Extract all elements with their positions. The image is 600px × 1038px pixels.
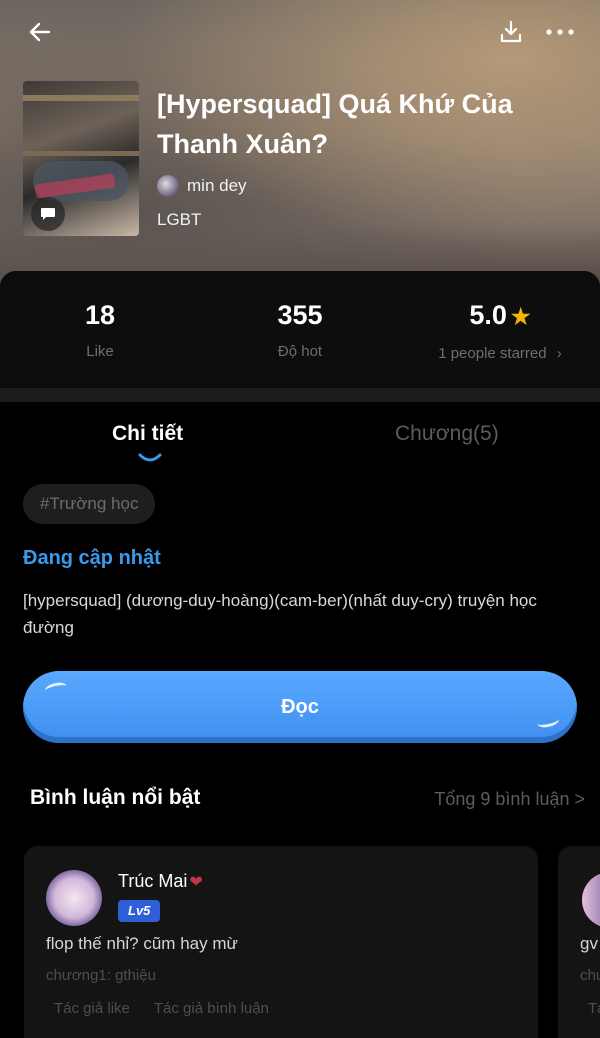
rating-value: 5.0 <box>469 300 507 330</box>
level-badge: Lv5 <box>118 900 161 922</box>
back-button[interactable] <box>22 14 58 50</box>
chat-bubble-icon <box>41 208 55 220</box>
more-button[interactable] <box>542 14 578 50</box>
comment-chapter: chư <box>580 967 600 984</box>
chevron-right-icon: › <box>556 345 562 362</box>
chat-badge <box>31 197 65 231</box>
comments-heading: Bình luận nổi bật <box>30 786 201 809</box>
comments-total-link[interactable]: Tổng 9 bình luận > <box>434 789 585 810</box>
comment-card[interactable]: gv chư Tá <box>558 846 600 1038</box>
comment-actions: Tác giả like Tác giả bình luận <box>54 1000 269 1017</box>
back-arrow-icon <box>29 22 51 42</box>
hero-header: [Hypersquad] Quá Khứ Của Thanh Xuân? min… <box>0 0 600 300</box>
download-icon <box>500 20 522 43</box>
author-avatar <box>157 175 179 197</box>
stats-bar: 18 Like 355 Độ hot 5.0 ★ 1 people starred… <box>0 271 600 388</box>
tab-chapters[interactable]: Chương(5) <box>395 422 499 446</box>
likes-count: 18 <box>84 300 116 330</box>
top-bar <box>0 0 600 64</box>
story-genre: LGBT <box>157 210 202 229</box>
story-cover[interactable] <box>23 81 139 236</box>
likes-label: Like <box>86 343 114 360</box>
details-sheet: 18 Like 355 Độ hot 5.0 ★ 1 people starred… <box>0 271 600 1038</box>
avatar[interactable] <box>46 870 102 926</box>
avatar[interactable] <box>582 872 600 928</box>
stat-hot: 355 Độ hot <box>200 299 400 360</box>
author-row[interactable]: min dey <box>157 174 247 198</box>
hot-label: Độ hot <box>277 343 323 360</box>
tab-bar: Chi tiết Chương(5) <box>0 402 600 472</box>
tab-active-indicator <box>138 453 162 462</box>
story-title: [Hypersquad] Quá Khứ Của Thanh Xuân? <box>157 89 513 159</box>
update-status: Đang cập nhật <box>23 547 161 569</box>
section-divider <box>0 388 600 402</box>
more-icon <box>546 29 574 35</box>
read-button-label: Đọc <box>281 695 319 718</box>
tab-details[interactable]: Chi tiết <box>112 422 183 446</box>
story-detail-screen: [Hypersquad] Quá Khứ Của Thanh Xuân? min… <box>0 0 600 1038</box>
tag-chip[interactable]: #Trường học <box>23 484 156 524</box>
author-like-badge: Tá <box>588 1000 600 1017</box>
hot-count: 355 <box>277 300 323 330</box>
author-name: min dey <box>187 176 247 195</box>
comment-text: gv <box>580 934 598 953</box>
comment-username: Trúc Mai <box>118 871 188 891</box>
author-like-badge: Tác giả like <box>54 1000 130 1017</box>
comment-text: flop thế nhỉ? cũm hay mừ <box>46 934 238 953</box>
star-icon: ★ <box>510 304 531 329</box>
read-button[interactable]: Đọc <box>23 671 577 743</box>
story-description: [hypersquad] (dương-duy-hoàng)(cam-ber)(… <box>23 591 537 637</box>
rating-label: 1 people starred <box>438 345 547 362</box>
author-reply-badge: Tác giả bình luận <box>153 1000 269 1017</box>
stat-likes: 18 Like <box>0 299 200 360</box>
download-button[interactable] <box>493 14 529 50</box>
heart-icon: ❤ <box>189 874 203 891</box>
comment-card[interactable]: Trúc Mai ❤ Lv5 flop thế nhỉ? cũm hay mừ c… <box>24 846 538 1038</box>
stat-rating[interactable]: 5.0 ★ 1 people starred › <box>400 299 600 362</box>
comment-chapter: chương1: gthiệu <box>46 967 156 984</box>
